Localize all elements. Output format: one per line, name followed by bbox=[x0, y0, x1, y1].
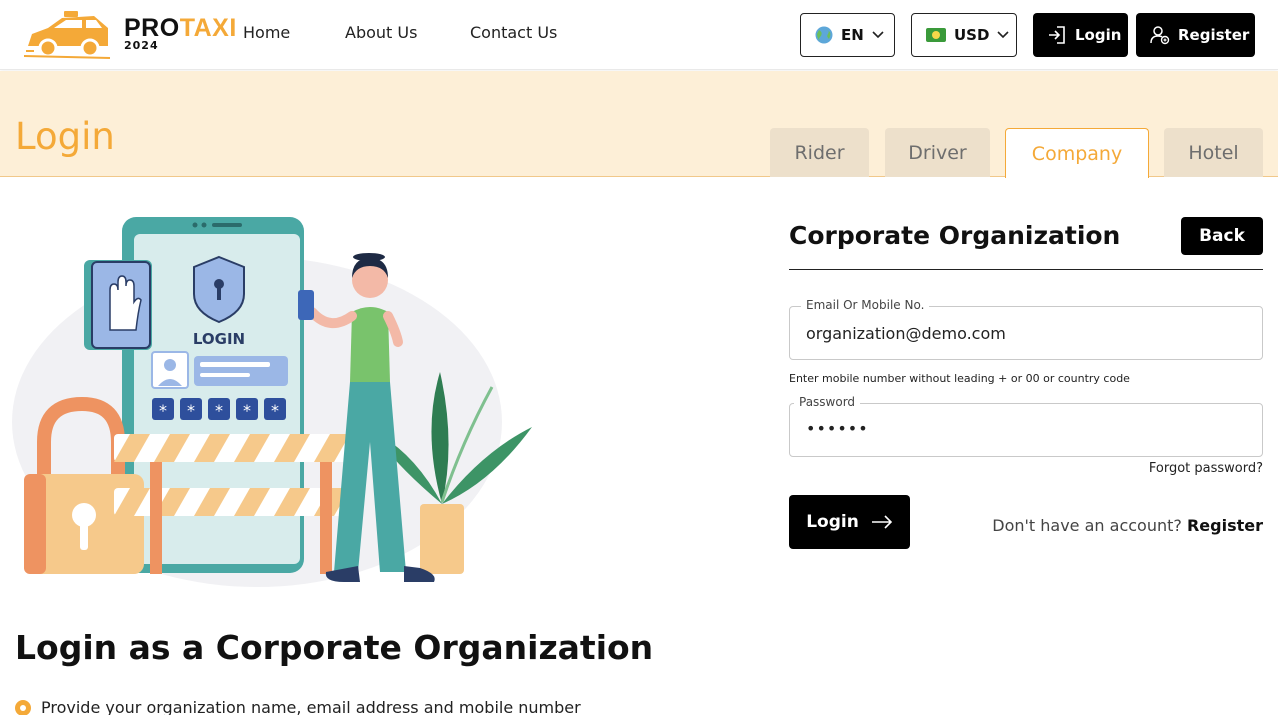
email-field-label: Email Or Mobile No. bbox=[801, 298, 930, 312]
language-value: EN bbox=[841, 26, 864, 44]
list-item: Provide your organization name, email ad… bbox=[41, 698, 581, 715]
password-field-label: Password bbox=[794, 395, 861, 409]
chevron-down-icon bbox=[872, 31, 884, 39]
nav-register-button[interactable]: Register bbox=[1136, 13, 1255, 57]
login-icon bbox=[1049, 26, 1065, 44]
brand-name-pro: PRO bbox=[124, 14, 180, 42]
nav-link-home[interactable]: Home bbox=[243, 23, 290, 42]
section-heading: Login as a Corporate Organization bbox=[15, 628, 654, 667]
email-field-value[interactable]: organization@demo.com bbox=[806, 324, 1006, 343]
currency-value: USD bbox=[954, 26, 990, 44]
form-divider bbox=[789, 269, 1263, 270]
chevron-down-icon bbox=[997, 31, 1010, 39]
password-field[interactable]: Password •••••• bbox=[789, 395, 1263, 457]
tab-rider[interactable]: Rider bbox=[770, 128, 869, 177]
nav-link-about[interactable]: About Us bbox=[345, 23, 417, 42]
currency-select[interactable]: USD bbox=[911, 13, 1017, 57]
signup-prompt-text: Don't have an account? bbox=[992, 516, 1182, 535]
svg-text:*: * bbox=[187, 401, 195, 420]
svg-text:*: * bbox=[271, 401, 279, 420]
illustration-login-text: LOGIN bbox=[193, 330, 245, 348]
signup-prompt: Don't have an account? Register bbox=[992, 516, 1263, 535]
svg-text:*: * bbox=[159, 401, 167, 420]
nav-register-label: Register bbox=[1178, 26, 1250, 44]
email-field[interactable]: Email Or Mobile No. organization@demo.co… bbox=[789, 298, 1263, 360]
brand-year: 2024 bbox=[124, 39, 159, 52]
language-select[interactable]: EN bbox=[800, 13, 895, 57]
nav-link-contact[interactable]: Contact Us bbox=[470, 23, 557, 42]
mobile-hint: Enter mobile number without leading + or… bbox=[789, 372, 1130, 385]
arrow-right-icon bbox=[871, 515, 892, 529]
user-add-icon bbox=[1150, 26, 1170, 45]
svg-text:*: * bbox=[243, 401, 251, 420]
svg-text:*: * bbox=[215, 401, 223, 420]
form-title: Corporate Organization bbox=[789, 221, 1121, 250]
bullet-icon bbox=[15, 700, 31, 715]
login-submit-button[interactable]: Login bbox=[789, 495, 910, 549]
back-button[interactable]: Back bbox=[1181, 217, 1263, 255]
login-illustration: LOGIN * * * * * bbox=[12, 217, 532, 587]
forgot-password-link[interactable]: Forgot password? bbox=[1149, 461, 1263, 476]
register-link[interactable]: Register bbox=[1187, 516, 1263, 535]
page-title: Login bbox=[15, 115, 115, 158]
top-navbar: PROTAXI 2024 Home About Us Contact Us EN… bbox=[0, 0, 1278, 70]
globe-icon bbox=[815, 26, 833, 44]
tab-driver[interactable]: Driver bbox=[885, 128, 990, 177]
tab-company[interactable]: Company bbox=[1005, 128, 1149, 178]
password-field-value[interactable]: •••••• bbox=[806, 419, 869, 438]
login-submit-label: Login bbox=[806, 512, 859, 532]
currency-flag-icon bbox=[926, 28, 946, 42]
nav-login-button[interactable]: Login bbox=[1033, 13, 1128, 57]
nav-login-label: Login bbox=[1075, 26, 1122, 44]
tab-hotel[interactable]: Hotel bbox=[1164, 128, 1263, 177]
brand-name-taxi: TAXI bbox=[179, 14, 237, 42]
